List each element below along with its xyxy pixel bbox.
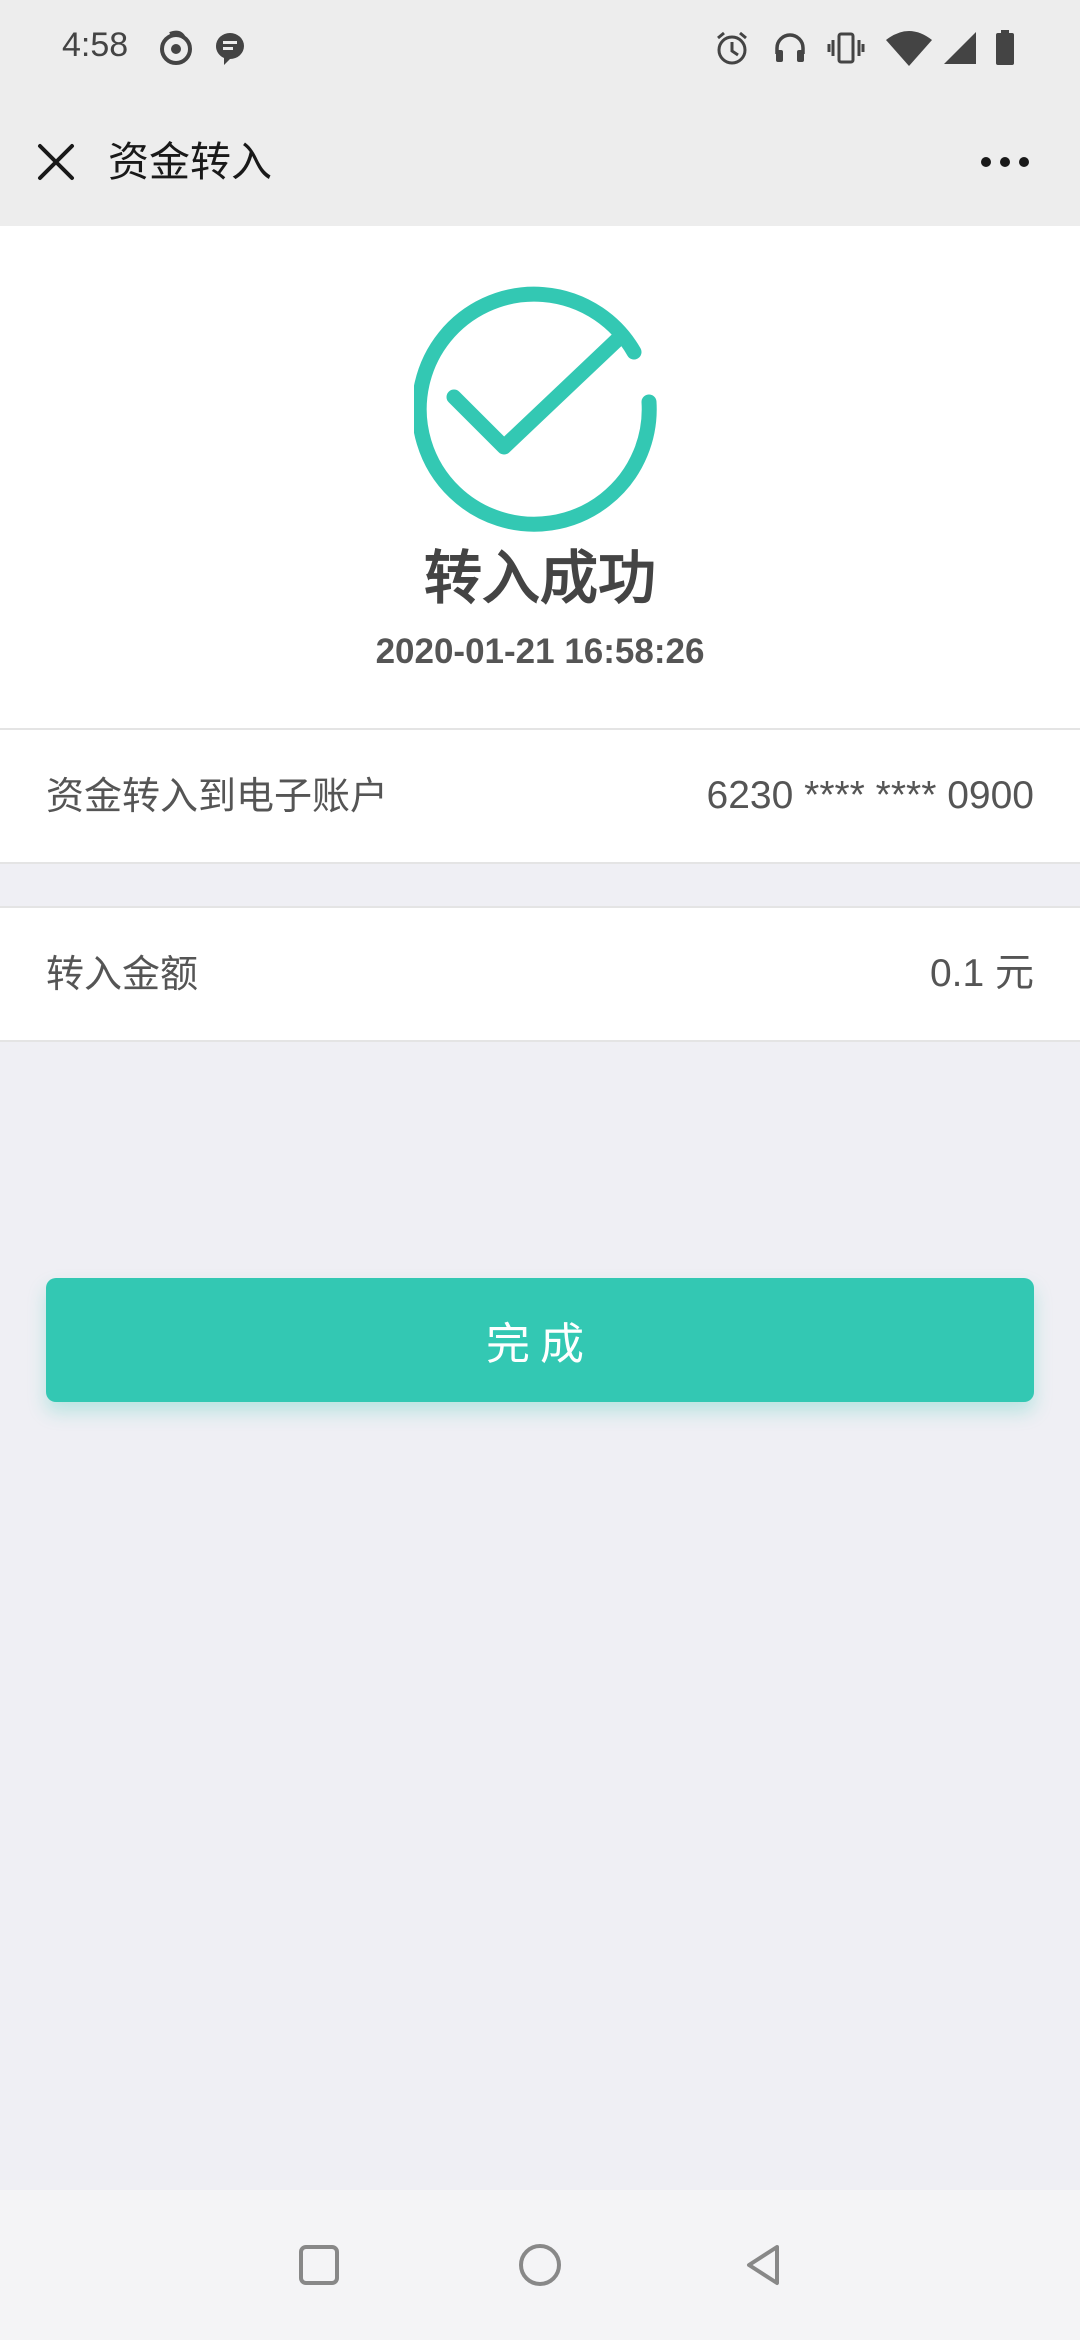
done-button[interactable]: 完成	[46, 1278, 1034, 1402]
success-timestamp: 2020-01-21 16:58:26	[375, 632, 705, 671]
account-value: 6230 **** **** 0900	[706, 774, 1034, 817]
headset-icon	[770, 28, 810, 68]
netease-music-icon	[156, 28, 196, 68]
amount-row: 转入金额 0.1 元	[0, 906, 1080, 1042]
success-title: 转入成功	[423, 544, 656, 612]
home-circle-icon[interactable]	[505, 2230, 575, 2300]
back-triangle-icon[interactable]	[728, 2230, 798, 2300]
battery-icon	[990, 28, 1020, 68]
success-card: 转入成功 2020-01-21 16:58:26	[0, 226, 1080, 728]
signal-icon	[940, 28, 980, 68]
system-nav-bar	[0, 2190, 1080, 2340]
message-bubble-icon	[210, 28, 250, 68]
more-dots-icon[interactable]	[970, 134, 1040, 190]
status-time: 4:58	[62, 26, 129, 64]
amount-label: 转入金额	[46, 952, 199, 996]
account-row: 资金转入到电子账户 6230 **** **** 0900	[0, 728, 1080, 864]
close-icon[interactable]	[28, 134, 84, 190]
status-bar: 4:58	[0, 0, 1080, 100]
amount-value: 0.1 元	[929, 952, 1034, 995]
alarm-icon	[712, 28, 752, 68]
nav-bar: 资金转入	[0, 100, 1080, 226]
account-label: 资金转入到电子账户	[46, 774, 389, 818]
wifi-icon	[884, 28, 934, 68]
vibrate-icon	[826, 28, 866, 68]
page-title: 资金转入	[108, 138, 272, 186]
done-button-label: 完成	[486, 1319, 594, 1370]
check-circle-icon	[411, 282, 666, 534]
recents-square-icon[interactable]	[284, 2230, 354, 2300]
